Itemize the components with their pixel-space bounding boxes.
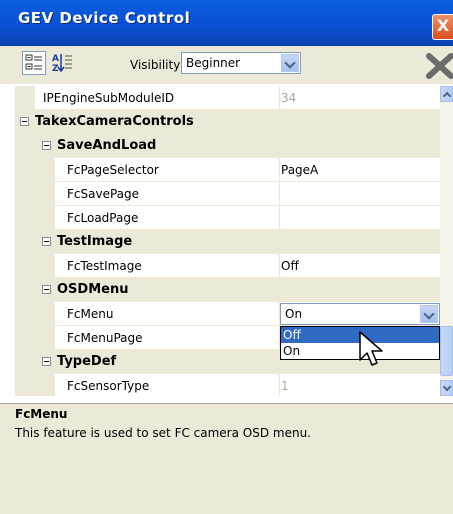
category-name: TestImage <box>57 234 133 249</box>
property-name: IPEngineSubModuleID <box>43 91 175 105</box>
toolbar: A Z Visibility Beginner <box>0 46 453 84</box>
svg-text:A: A <box>52 54 59 64</box>
collapse-toggle-icon[interactable] <box>42 237 51 246</box>
collapse-toggle-icon[interactable] <box>42 357 51 366</box>
visibility-value: Beginner <box>186 56 241 70</box>
property-name: FcTestImage <box>67 259 142 273</box>
categorized-view-icon <box>25 54 42 70</box>
alphabetical-sort-icon: A Z <box>52 54 72 74</box>
property-value[interactable]: Off <box>281 259 299 273</box>
alphabetical-sort-button[interactable]: A Z <box>50 51 74 75</box>
close-button[interactable]: X <box>432 14 453 40</box>
fcmenu-select[interactable]: On <box>280 303 440 325</box>
scroll-thumb[interactable] <box>440 326 453 376</box>
mouse-cursor-icon <box>359 331 383 366</box>
collapse-toggle-icon[interactable] <box>42 285 51 294</box>
category-name: SaveAndLoad <box>57 138 157 153</box>
visibility-label: Visibility <box>130 58 181 72</box>
window-title: GEV Device Control <box>18 9 191 27</box>
visibility-select[interactable]: Beginner <box>181 52 301 74</box>
clear-button[interactable] <box>421 50 453 80</box>
grid-row-ipenginesubmoduleid[interactable]: IPEngineSubModuleID 34 <box>15 86 440 110</box>
scroll-up-icon[interactable] <box>440 86 453 102</box>
description-title: FcMenu <box>15 407 68 421</box>
collapse-toggle-icon[interactable] <box>20 117 29 126</box>
collapse-toggle-icon[interactable] <box>42 141 51 150</box>
grid-category-takexcameracontrols[interactable]: TakexCameraControls <box>15 110 440 134</box>
clear-x-icon <box>426 53 453 79</box>
scroll-down-icon[interactable] <box>440 380 453 396</box>
grid-row-fcsensortype[interactable]: FcSensorType 1 <box>15 374 440 396</box>
grid-category-osdmenu[interactable]: OSDMenu <box>15 278 440 302</box>
description-panel: FcMenu This feature is used to set FC ca… <box>0 403 453 514</box>
grid-row-fcpageselector[interactable]: FcPageSelector PageA <box>15 158 440 182</box>
category-name: TypeDef <box>57 354 117 369</box>
property-name: FcPageSelector <box>67 163 159 177</box>
grid-row-fcsavepage[interactable]: FcSavePage <box>15 182 440 206</box>
fcmenu-value: On <box>285 307 303 321</box>
chevron-down-icon[interactable] <box>420 305 438 323</box>
categorized-view-button[interactable] <box>22 51 46 75</box>
property-name: FcLoadPage <box>67 211 139 225</box>
property-name: FcMenu <box>67 307 114 321</box>
category-name: OSDMenu <box>57 282 129 297</box>
title-bar: GEV Device Control X <box>0 0 453 46</box>
grid-row-fctestimage[interactable]: FcTestImage Off <box>15 254 440 278</box>
category-name: TakexCameraControls <box>35 114 194 129</box>
chevron-down-icon[interactable] <box>281 54 299 72</box>
property-value: 1 <box>281 379 289 393</box>
vertical-scrollbar[interactable] <box>440 86 453 396</box>
grid-row-fcloadpage[interactable]: FcLoadPage <box>15 206 440 230</box>
grid-category-testimage[interactable]: TestImage <box>15 230 440 254</box>
description-text: This feature is used to set FC camera OS… <box>15 426 311 440</box>
property-name: FcSavePage <box>67 187 140 201</box>
property-value[interactable]: PageA <box>281 163 318 177</box>
grid-category-saveandload[interactable]: SaveAndLoad <box>15 134 440 158</box>
svg-text:Z: Z <box>52 64 59 74</box>
property-value: 34 <box>281 91 297 105</box>
property-name: FcMenuPage <box>67 331 143 345</box>
close-icon: X <box>436 16 450 35</box>
property-name: FcSensorType <box>67 379 150 393</box>
